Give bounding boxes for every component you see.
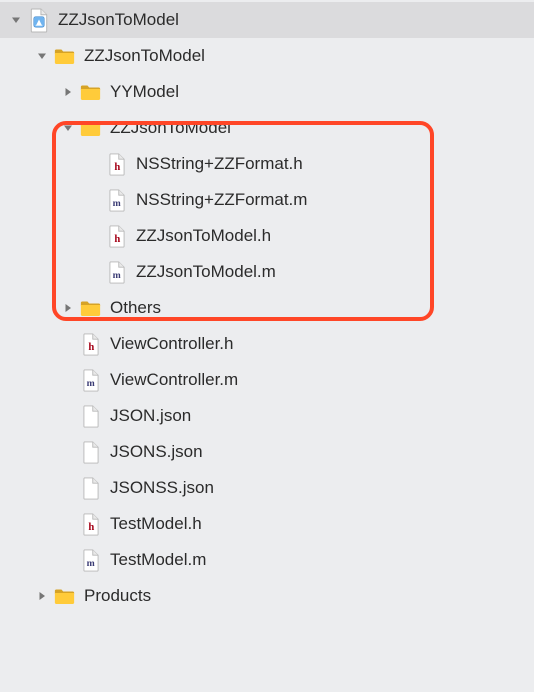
tree-item-label: YYModel xyxy=(110,82,534,102)
disclosure-triangle-icon[interactable] xyxy=(62,86,74,98)
tree-item-group-zzjson[interactable]: ZZJsonToModel xyxy=(0,110,534,146)
tree-item-file[interactable]: NSString+ZZFormat.m xyxy=(0,182,534,218)
folder-icon xyxy=(54,583,75,609)
tree-item-file[interactable]: JSONSS.json xyxy=(0,470,534,506)
tree-item-file[interactable]: TestModel.m xyxy=(0,542,534,578)
header-file-icon xyxy=(80,331,101,357)
tree-item-label: Products xyxy=(84,586,534,606)
header-file-icon xyxy=(106,151,127,177)
header-file-icon xyxy=(106,223,127,249)
tree-item-label: NSString+ZZFormat.h xyxy=(136,154,534,174)
disclosure-triangle-icon[interactable] xyxy=(62,302,74,314)
disclosure-triangle-icon[interactable] xyxy=(10,14,22,26)
tree-item-label: ZZJsonToModel.m xyxy=(136,262,534,282)
disclosure-triangle-icon[interactable] xyxy=(36,50,48,62)
tree-item-label: JSONSS.json xyxy=(110,478,534,498)
tree-item-label: JSONS.json xyxy=(110,442,534,462)
generic-file-icon xyxy=(80,439,101,465)
project-navigator-tree: ZZJsonToModel ZZJsonToModel YYModel ZZJs… xyxy=(0,0,534,614)
tree-item-label: Others xyxy=(110,298,534,318)
tree-item-file[interactable]: TestModel.h xyxy=(0,506,534,542)
tree-item-group-yymodel[interactable]: YYModel xyxy=(0,74,534,110)
tree-item-project-root[interactable]: ZZJsonToModel xyxy=(0,2,534,38)
tree-item-group-others[interactable]: Others xyxy=(0,290,534,326)
tree-item-label: JSON.json xyxy=(110,406,534,426)
tree-item-label: ZZJsonToModel xyxy=(110,118,534,138)
implementation-file-icon xyxy=(106,187,127,213)
disclosure-triangle-icon[interactable] xyxy=(36,590,48,602)
disclosure-triangle-icon[interactable] xyxy=(62,122,74,134)
tree-item-file[interactable]: JSON.json xyxy=(0,398,534,434)
tree-item-group-products[interactable]: Products xyxy=(0,578,534,614)
tree-item-label: NSString+ZZFormat.m xyxy=(136,190,534,210)
folder-icon xyxy=(80,79,101,105)
tree-item-label: ViewController.m xyxy=(110,370,534,390)
implementation-file-icon xyxy=(80,547,101,573)
implementation-file-icon xyxy=(80,367,101,393)
tree-item-file[interactable]: ZZJsonToModel.h xyxy=(0,218,534,254)
tree-item-group[interactable]: ZZJsonToModel xyxy=(0,38,534,74)
tree-item-label: ZZJsonToModel xyxy=(84,46,534,66)
tree-item-label: ViewController.h xyxy=(110,334,534,354)
xcode-project-icon xyxy=(28,7,49,33)
tree-item-file[interactable]: NSString+ZZFormat.h xyxy=(0,146,534,182)
tree-item-label: ZZJsonToModel.h xyxy=(136,226,534,246)
folder-icon xyxy=(54,43,75,69)
tree-item-label: ZZJsonToModel xyxy=(58,10,534,30)
tree-item-file[interactable]: JSONS.json xyxy=(0,434,534,470)
tree-item-label: TestModel.m xyxy=(110,550,534,570)
folder-icon xyxy=(80,295,101,321)
tree-item-file[interactable]: ViewController.h xyxy=(0,326,534,362)
tree-item-file[interactable]: ViewController.m xyxy=(0,362,534,398)
tree-item-label: TestModel.h xyxy=(110,514,534,534)
folder-icon xyxy=(80,115,101,141)
tree-item-file[interactable]: ZZJsonToModel.m xyxy=(0,254,534,290)
generic-file-icon xyxy=(80,403,101,429)
header-file-icon xyxy=(80,511,101,537)
generic-file-icon xyxy=(80,475,101,501)
implementation-file-icon xyxy=(106,259,127,285)
